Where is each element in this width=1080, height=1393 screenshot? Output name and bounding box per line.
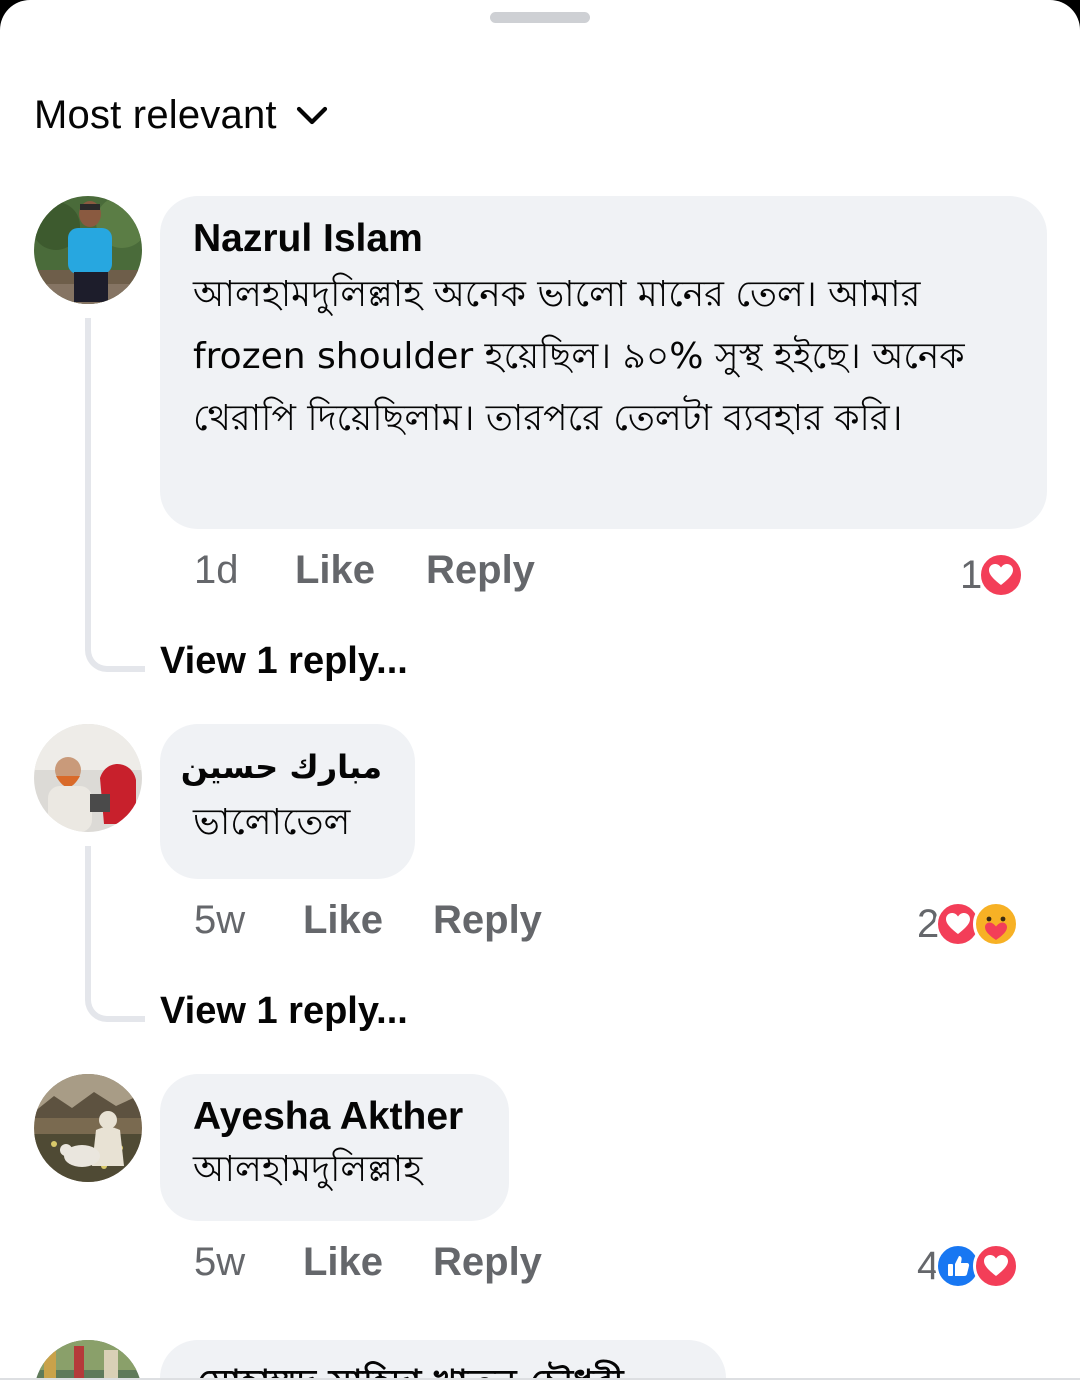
avatar[interactable] [34, 196, 142, 304]
comment-text: আলহামদুলিল্লাহ [193, 1149, 423, 1190]
like-button[interactable]: Like [303, 1240, 433, 1285]
sort-label: Most relevant [34, 92, 277, 137]
care-icon [973, 901, 1020, 947]
comment-author[interactable]: Nazrul Islam [193, 214, 1014, 264]
like-button[interactable]: Like [303, 898, 433, 943]
thread-connector [85, 318, 145, 672]
comment-bubble[interactable]: মোহাম্মদ সাহিদা খাতুন চৌধুরী [160, 1340, 726, 1380]
comment-time: 5w [194, 1239, 246, 1284]
bottom-divider [0, 1378, 1080, 1393]
comment-time: 1d [194, 547, 239, 592]
reply-button[interactable]: Reply [433, 1240, 542, 1285]
view-replies-link[interactable]: View 1 reply... [160, 640, 408, 683]
comment-bubble[interactable]: مبارك حسين ভালোতেল [160, 724, 415, 879]
comment-actions: 5w Like Reply [194, 895, 542, 945]
love-icon [973, 1243, 1020, 1289]
comment-text: ভালোতেল [193, 802, 351, 843]
comment-text: আলহামদুলিল্লাহ অনেক ভালো মানের তেল। আমার… [193, 274, 965, 439]
comment-actions: 1d Like Reply [194, 545, 535, 595]
thread-connector [85, 846, 145, 1022]
comment-author[interactable]: মোহাম্মদ সাহিদা খাতুন চৌধুরী [196, 1356, 624, 1380]
comment-author[interactable]: Ayesha Akther [193, 1092, 476, 1142]
drag-handle[interactable] [490, 12, 590, 23]
reply-button[interactable]: Reply [433, 898, 542, 943]
like-button[interactable]: Like [295, 548, 426, 593]
reaction-summary[interactable]: 4 [917, 1242, 1020, 1290]
comment-actions: 5w Like Reply [194, 1237, 542, 1287]
love-icon [978, 552, 1025, 598]
comment-time: 5w [194, 897, 246, 942]
reply-button[interactable]: Reply [426, 548, 535, 593]
comment-bubble[interactable]: Nazrul Islam আলহামদুলিল্লাহ অনেক ভালো মা… [160, 196, 1047, 529]
avatar[interactable] [34, 1340, 142, 1380]
comment-author[interactable]: مبارك حسين [181, 742, 382, 792]
sort-dropdown[interactable]: Most relevant [34, 90, 329, 140]
avatar[interactable] [34, 724, 142, 832]
comment-bubble[interactable]: Ayesha Akther আলহামদুলিল্লাহ [160, 1074, 509, 1221]
reaction-summary[interactable]: 2 [917, 900, 1020, 948]
view-replies-link[interactable]: View 1 reply... [160, 990, 408, 1033]
chevron-down-icon [296, 106, 327, 125]
reaction-summary[interactable]: 1 [960, 551, 1025, 599]
avatar[interactable] [34, 1074, 142, 1182]
comments-sheet: Most relevant Nazrul Islam আলহামদুলিল্লা… [0, 0, 1080, 1380]
